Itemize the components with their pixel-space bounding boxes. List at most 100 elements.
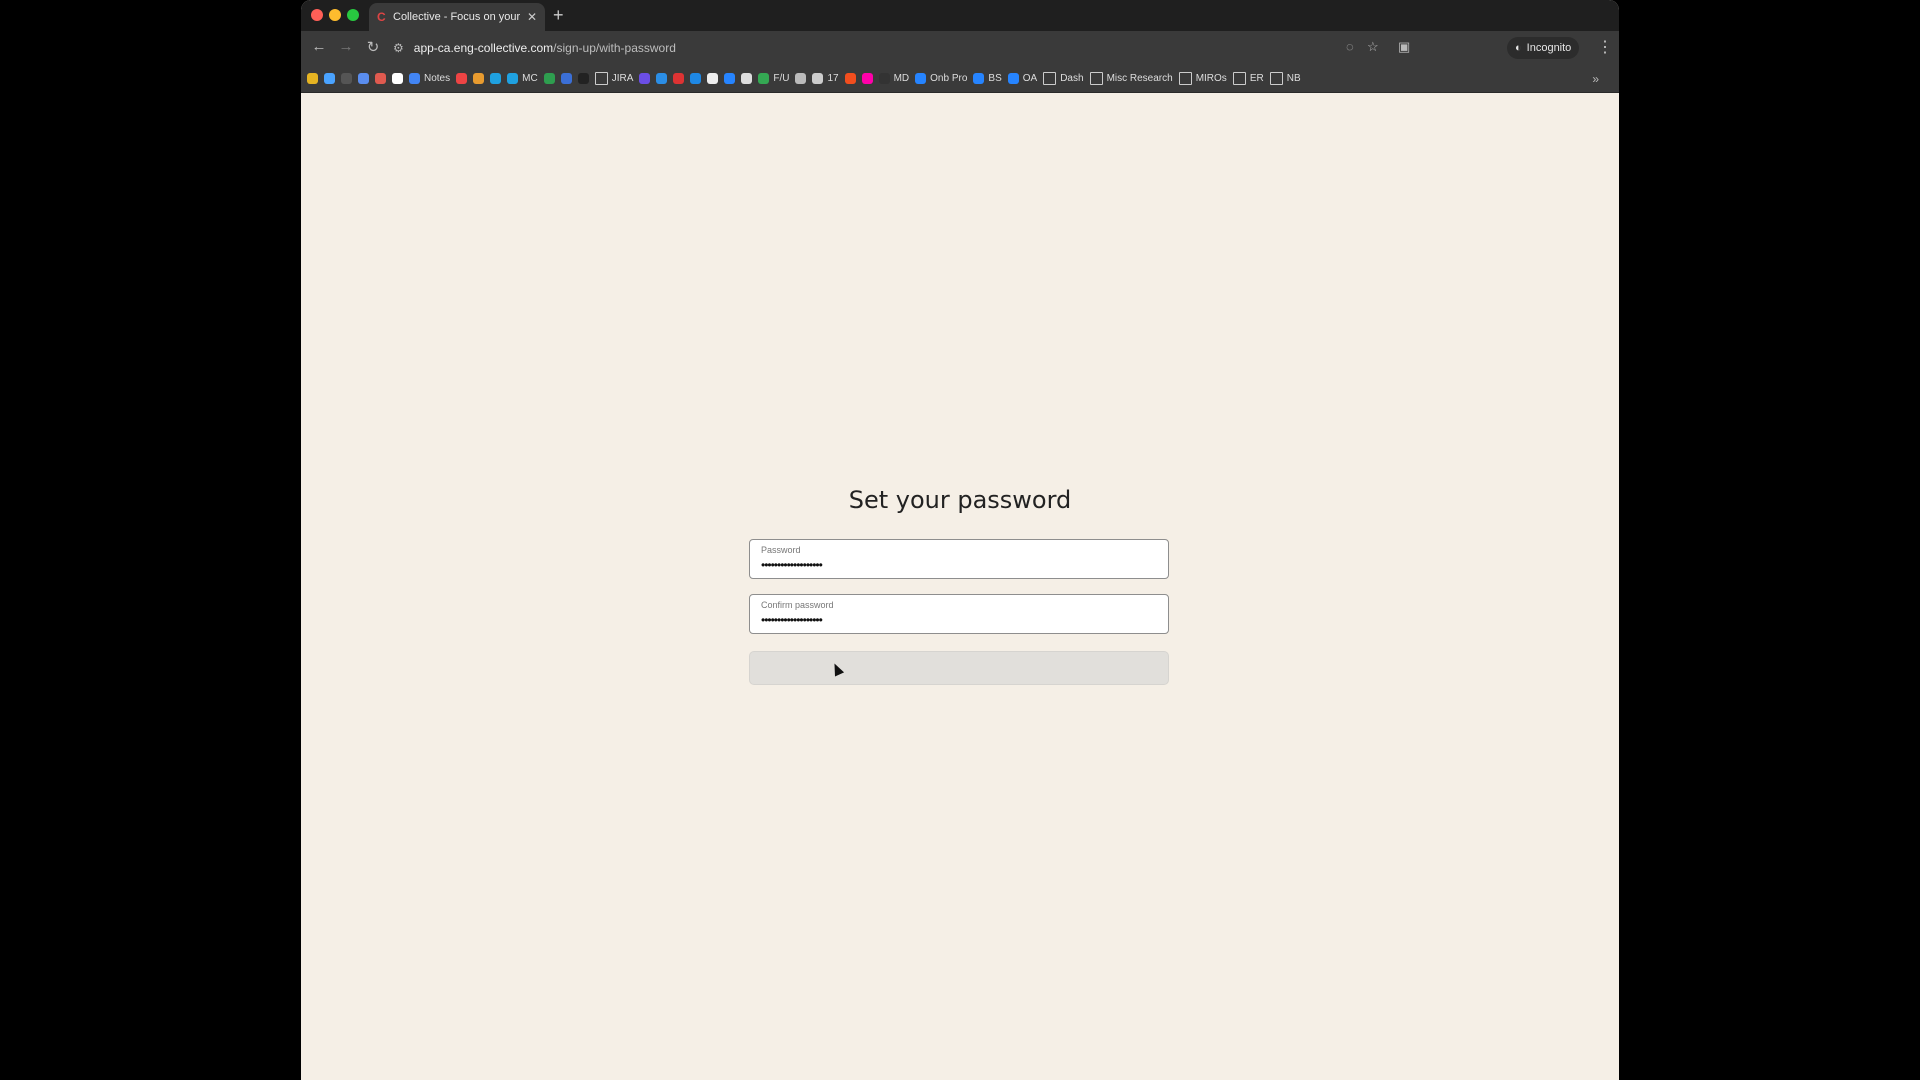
side-panel-icon[interactable]: ▣ — [1398, 39, 1410, 55]
bookmark-item[interactable] — [392, 73, 403, 84]
eye-off-icon[interactable]: ◌ — [1346, 39, 1354, 54]
bookmark-item[interactable]: 17 — [812, 73, 839, 84]
reload-icon[interactable]: ↻ — [363, 38, 383, 56]
bookmark-item[interactable] — [560, 73, 572, 84]
bookmark-item[interactable] — [741, 73, 753, 84]
bookmark-item[interactable] — [341, 73, 352, 84]
browser-toolbar: ← → ↻ ⚙ app-ca.eng-collective.com/sign-u… — [301, 31, 1619, 65]
star-icon[interactable]: ☆ — [1367, 39, 1379, 55]
app-icon — [673, 73, 685, 84]
bookmark-item[interactable]: BS — [973, 73, 1002, 84]
url-domain: app-ca.eng-collective.com — [413, 41, 554, 55]
app-icon — [690, 73, 702, 84]
bookmark-item[interactable] — [656, 73, 668, 84]
app-icon — [307, 73, 318, 84]
app-icon — [543, 73, 555, 84]
bookmark-label: MD — [893, 73, 910, 84]
bookmark-item[interactable]: MD — [878, 73, 910, 84]
bookmark-item[interactable] — [543, 73, 555, 84]
bookmark-item[interactable]: Notes — [409, 73, 450, 84]
bookmark-label: JIRA — [611, 73, 634, 84]
salesforce-icon — [507, 73, 519, 84]
confluence-icon — [915, 73, 927, 84]
url-text: app-ca.eng-collective.com/sign-up/with-p… — [414, 41, 676, 55]
bookmark-item[interactable] — [707, 73, 719, 84]
app-icon — [560, 73, 572, 84]
new-tab-icon[interactable]: + — [553, 5, 564, 26]
bookmark-item[interactable]: Misc Research — [1089, 72, 1173, 85]
bookmark-item[interactable] — [724, 73, 736, 84]
bookmark-item[interactable] — [844, 73, 856, 84]
drive-icon — [758, 73, 770, 84]
close-tab-icon[interactable]: ✕ — [527, 10, 537, 24]
forward-icon[interactable]: → — [336, 38, 356, 55]
bookmark-item[interactable] — [673, 73, 685, 84]
bookmark-label: NB — [1286, 73, 1301, 84]
incognito-label: Incognito — [1526, 42, 1572, 54]
site-settings-icon[interactable]: ⚙ — [393, 41, 404, 55]
bookmark-item[interactable] — [861, 73, 873, 84]
folder-icon — [1043, 72, 1057, 85]
app-icon — [392, 73, 403, 84]
bookmark-label: Misc Research — [1106, 73, 1173, 84]
confluence-icon — [1007, 73, 1019, 84]
confluence-icon — [973, 73, 985, 84]
bookmark-label: OA — [1022, 73, 1038, 84]
password-value: ••••••••••••••••••• — [761, 558, 823, 572]
password-label: Password — [761, 545, 801, 555]
bookmark-label: Dash — [1060, 73, 1084, 84]
app-icon — [878, 73, 890, 84]
bookmark-item[interactable]: F/U — [758, 73, 789, 84]
back-icon[interactable]: ← — [309, 38, 329, 55]
bookmark-item[interactable]: Onb Pro — [915, 73, 967, 84]
address-bar[interactable]: ⚙ app-ca.eng-collective.com/sign-up/with… — [393, 35, 1351, 61]
tab-title: Collective - Focus on your pa — [393, 11, 521, 23]
bookmark-item[interactable] — [375, 73, 386, 84]
folder-icon — [1178, 72, 1192, 85]
bookmark-label: ER — [1249, 73, 1264, 84]
app-icon — [639, 73, 651, 84]
bookmark-label: MIROs — [1195, 73, 1227, 84]
bookmark-item[interactable]: ER — [1232, 72, 1264, 85]
app-icon — [861, 73, 873, 84]
bookmark-item[interactable] — [490, 73, 502, 84]
tab-bar: C Collective - Focus on your pa ✕ + — [301, 0, 1619, 31]
bookmark-item[interactable] — [639, 73, 651, 84]
confirm-password-label: Confirm password — [761, 600, 834, 610]
confirm-password-field[interactable]: Confirm password ••••••••••••••••••• — [749, 594, 1169, 634]
incognito-indicator[interactable]: ◐ Incognito — [1507, 37, 1580, 59]
folder-icon — [594, 72, 608, 85]
active-tab[interactable]: C Collective - Focus on your pa ✕ — [369, 3, 545, 31]
bookmark-item[interactable] — [324, 73, 335, 84]
url-path: /sign-up/with-password — [553, 41, 676, 55]
maximize-window-button[interactable] — [347, 9, 359, 21]
submit-button-loading[interactable] — [749, 651, 1169, 685]
bookmark-label: MC — [522, 73, 538, 84]
doc-icon — [409, 73, 420, 84]
bookmark-item[interactable]: NB — [1269, 72, 1301, 85]
bookmark-item[interactable] — [577, 73, 589, 84]
more-bookmarks-icon[interactable]: » — [1592, 72, 1599, 86]
bookmark-item[interactable] — [307, 73, 318, 84]
more-menu-icon[interactable]: ⋮ — [1597, 37, 1613, 57]
bookmark-item[interactable]: OA — [1007, 73, 1038, 84]
bookmark-item[interactable] — [456, 73, 468, 84]
close-window-button[interactable] — [311, 9, 323, 21]
bookmark-item[interactable] — [795, 73, 807, 84]
app-icon — [795, 73, 807, 84]
bookmark-item[interactable]: Dash — [1043, 72, 1084, 85]
bookmark-item[interactable] — [473, 73, 485, 84]
password-field[interactable]: Password ••••••••••••••••••• — [749, 539, 1169, 579]
app-icon — [490, 73, 502, 84]
bookmark-item[interactable]: JIRA — [594, 72, 634, 85]
bookmark-label: 17 — [827, 73, 839, 84]
bookmark-item[interactable] — [358, 73, 369, 84]
page-title: Set your password — [848, 486, 1072, 514]
bookmark-item[interactable]: MC — [507, 73, 538, 84]
bookmark-item[interactable]: MIROs — [1178, 72, 1227, 85]
bookmark-item[interactable] — [690, 73, 702, 84]
app-icon — [375, 73, 386, 84]
folder-icon — [1089, 72, 1103, 85]
minimize-window-button[interactable] — [329, 9, 341, 21]
bookmark-label: F/U — [773, 73, 790, 84]
